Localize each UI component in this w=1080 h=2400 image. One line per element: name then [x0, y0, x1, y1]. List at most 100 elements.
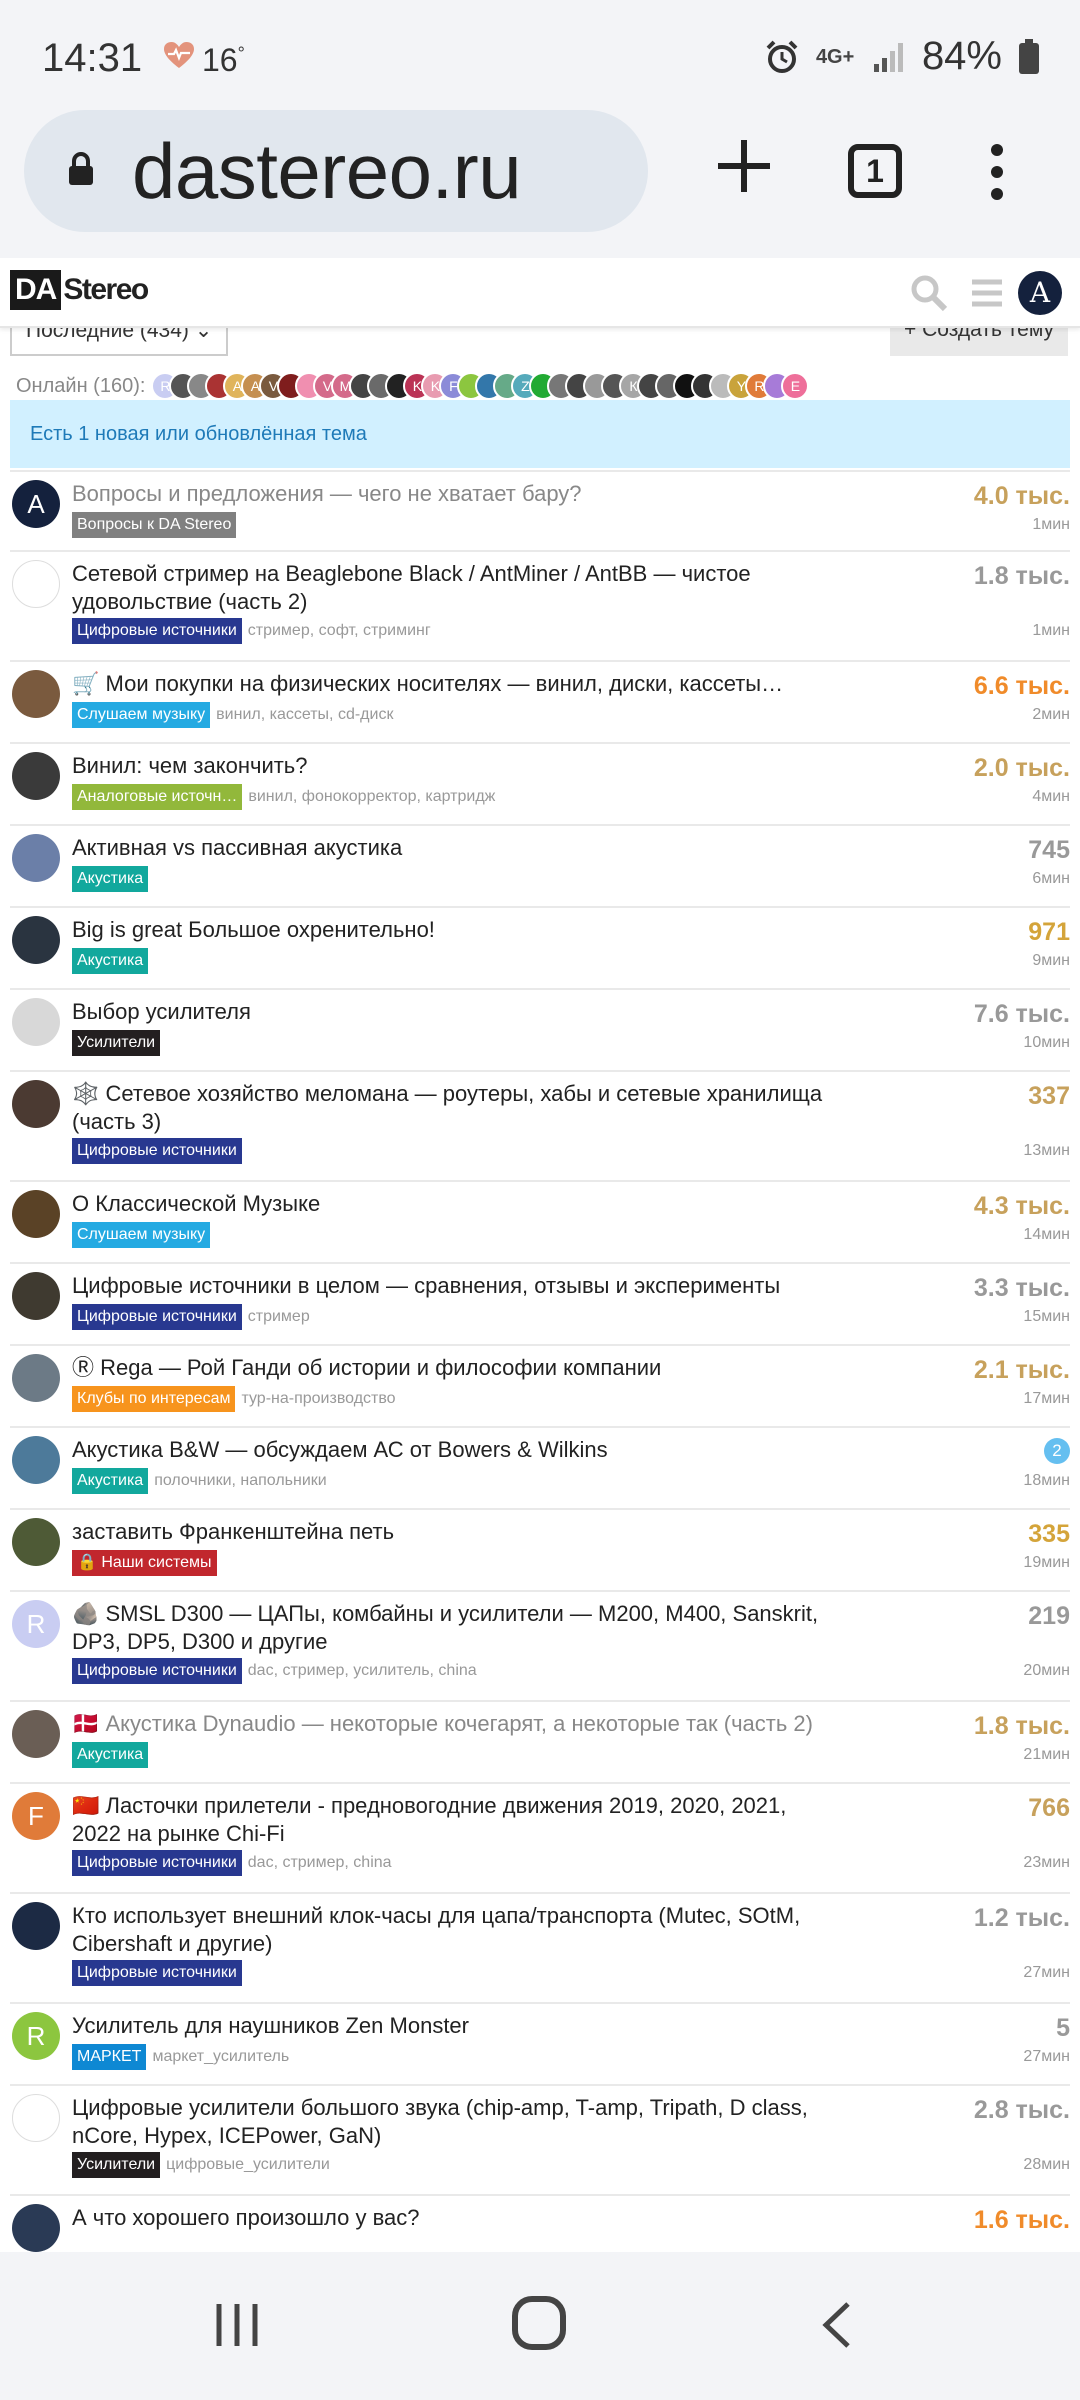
topic-avatar[interactable] — [12, 834, 60, 882]
topic-avatar[interactable] — [12, 1518, 60, 1566]
topic-avatar[interactable] — [12, 1080, 60, 1128]
topic-title[interactable]: А что хорошего произошло у вас? — [72, 2204, 832, 2232]
activity-age[interactable]: 23мин — [1023, 1854, 1070, 1872]
topic-row[interactable]: Цифровые усилители большого звука (chip-… — [10, 2084, 1070, 2194]
topic-title[interactable]: Вопросы и предложения — чего не хватает … — [72, 480, 832, 508]
topic-row[interactable]: Кто использует внешний клок-часы для цап… — [10, 1892, 1070, 2002]
back-icon[interactable] — [820, 2300, 854, 2350]
topic-row[interactable]: Акустика B&W — обсуждаем АС от Bowers & … — [10, 1426, 1070, 1508]
activity-age[interactable]: 21мин — [1023, 1746, 1070, 1764]
topic-title[interactable]: Цифровые усилители большого звука (chip-… — [72, 2094, 832, 2150]
topic-avatar[interactable]: A — [12, 480, 60, 528]
topic-title[interactable]: 🛒 Мои покупки на физических носителях — … — [72, 670, 832, 698]
activity-age[interactable]: 20мин — [1023, 1662, 1070, 1680]
topic-avatar[interactable]: F — [12, 1792, 60, 1840]
topic-avatar[interactable] — [12, 1272, 60, 1320]
activity-age[interactable]: 27мин — [1023, 2048, 1070, 2066]
unread-badge[interactable]: 2 — [1044, 1438, 1070, 1464]
category-badge[interactable]: Акустика — [72, 1468, 149, 1494]
new-tab-icon[interactable] — [708, 130, 780, 202]
category-badge[interactable]: Цифровые источники — [72, 1960, 242, 1986]
topic-tags[interactable]: стример, софт, стриминг — [248, 622, 431, 640]
topic-title[interactable]: Акустика B&W — обсуждаем АС от Bowers & … — [72, 1436, 832, 1464]
activity-age[interactable]: 13мин — [1023, 1142, 1070, 1160]
new-topics-banner[interactable]: Есть 1 новая или обновлённая тема — [10, 400, 1070, 468]
topic-row[interactable]: 🕸️ Сетевое хозяйство меломана — роутеры,… — [10, 1070, 1070, 1180]
reply-count[interactable]: 337 — [1028, 1082, 1070, 1111]
topic-tags[interactable]: маркет_усилитель — [152, 2048, 289, 2066]
reply-count[interactable]: 766 — [1028, 1794, 1070, 1823]
topic-avatar[interactable] — [12, 1902, 60, 1950]
activity-age[interactable]: 27мин — [1023, 1964, 1070, 1982]
topic-title[interactable]: Винил: чем закончить? — [72, 752, 832, 780]
category-badge[interactable]: Слушаем музыку — [72, 702, 211, 728]
category-badge[interactable]: Слушаем музыку — [72, 1222, 211, 1248]
topic-title[interactable]: заставить Франкенштейна петь — [72, 1518, 832, 1546]
kebab-menu-icon[interactable] — [984, 144, 1010, 200]
activity-age[interactable]: 17мин — [1023, 1390, 1070, 1408]
reply-count[interactable]: 1.8 тыс. — [974, 562, 1070, 591]
topic-tags[interactable]: dac, стример, усилитель, china — [248, 1662, 477, 1680]
topic-row[interactable]: R Усилитель для наушников Zen Monster МАРК… — [10, 2002, 1070, 2084]
topic-title[interactable]: 🪨 SMSL D300 — ЦАПы, комбайны и усилители… — [72, 1600, 832, 1656]
category-badge[interactable]: Акустика — [72, 1742, 149, 1768]
topic-tags[interactable]: цифровые_усилители — [166, 2156, 330, 2174]
topic-row[interactable]: О Классической Музыке Слушаем музыку 4.3 т… — [10, 1180, 1070, 1262]
activity-age[interactable]: 2мин — [1032, 706, 1070, 724]
reply-count[interactable]: 971 — [1028, 918, 1070, 947]
topic-tags[interactable]: тур-на-производство — [241, 1390, 395, 1408]
latest-filter-dropdown[interactable]: Последние (434) ⌄ — [10, 328, 229, 356]
topic-row[interactable]: Цифровые источники в целом — сравнения, … — [10, 1262, 1070, 1344]
reply-count[interactable]: 3.3 тыс. — [974, 1274, 1070, 1303]
hamburger-icon[interactable] — [970, 276, 1004, 310]
topic-avatar[interactable] — [12, 1436, 60, 1484]
category-badge[interactable]: Цифровые источники — [72, 1304, 242, 1330]
recents-icon[interactable] — [214, 2300, 260, 2350]
activity-age[interactable]: 19мин — [1023, 1554, 1070, 1572]
topic-title[interactable]: Выбор усилителя — [72, 998, 832, 1026]
topic-avatar[interactable]: R — [12, 1600, 60, 1648]
category-badge[interactable]: Клубы по интересам — [72, 1386, 236, 1412]
reply-count[interactable]: 335 — [1028, 1520, 1070, 1549]
topic-avatar[interactable]: R — [12, 2012, 60, 2060]
topic-row[interactable]: А что хорошего произошло у вас? 1.6 тыс. — [10, 2194, 1070, 2252]
topic-row[interactable]: Выбор усилителя Усилители 7.6 тыс. 10мин — [10, 988, 1070, 1070]
activity-age[interactable]: 15мин — [1023, 1308, 1070, 1326]
reply-count[interactable]: 6.6 тыс. — [974, 672, 1070, 701]
category-badge[interactable]: Цифровые источники — [72, 1850, 242, 1876]
topic-avatar[interactable] — [12, 670, 60, 718]
topic-title[interactable]: Сетевой стример на Beaglebone Black / An… — [72, 560, 832, 616]
topic-row[interactable]: Активная vs пассивная акустика Акустика 74… — [10, 824, 1070, 906]
activity-age[interactable]: 1мин — [1032, 622, 1070, 640]
activity-age[interactable]: 9мин — [1032, 952, 1070, 970]
topic-avatar[interactable] — [12, 2094, 60, 2142]
activity-age[interactable]: 1мин — [1032, 516, 1070, 534]
topic-avatar[interactable] — [12, 916, 60, 964]
category-badge[interactable]: Усилители — [72, 2152, 161, 2178]
category-badge[interactable]: Цифровые источники — [72, 1138, 242, 1164]
topic-row[interactable]: 🇩🇰 Акустика Dynaudio — некоторые кочегар… — [10, 1700, 1070, 1782]
create-topic-button[interactable]: + Создать тему — [890, 328, 1068, 356]
topic-avatar[interactable] — [12, 1354, 60, 1402]
home-button[interactable] — [512, 2296, 566, 2350]
lock-icon[interactable] — [68, 152, 94, 186]
topic-title[interactable]: 🇩🇰 Акустика Dynaudio — некоторые кочегар… — [72, 1710, 832, 1738]
topic-row[interactable]: R 🪨 SMSL D300 — ЦАПы, комбайны и усилител… — [10, 1590, 1070, 1700]
topic-row[interactable]: Сетевой стример на Beaglebone Black / An… — [10, 550, 1070, 660]
topic-title[interactable]: 🕸️ Сетевое хозяйство меломана — роутеры,… — [72, 1080, 832, 1136]
topic-title[interactable]: О Классической Музыке — [72, 1190, 832, 1218]
category-badge[interactable]: МАРКЕТ — [72, 2044, 147, 2070]
category-badge[interactable]: Цифровые источники — [72, 618, 242, 644]
topic-avatar[interactable] — [12, 2204, 60, 2252]
reply-count[interactable]: 5 — [1056, 2014, 1070, 2043]
category-badge[interactable]: Вопросы к DA Stereo — [72, 512, 237, 538]
activity-age[interactable]: 10мин — [1023, 1034, 1070, 1052]
topic-avatar[interactable] — [12, 998, 60, 1046]
reply-count[interactable]: 4.3 тыс. — [974, 1192, 1070, 1221]
topic-tags[interactable]: винил, кассеты, cd-диск — [216, 706, 393, 724]
topic-title[interactable]: Цифровые источники в целом — сравнения, … — [72, 1272, 832, 1300]
topic-avatar[interactable] — [12, 1710, 60, 1758]
url-text[interactable]: dastereo.ru — [132, 126, 522, 217]
category-badge[interactable]: Цифровые источники — [72, 1658, 242, 1684]
topic-row[interactable]: Big is great Большое охренительно! Акусти… — [10, 906, 1070, 988]
